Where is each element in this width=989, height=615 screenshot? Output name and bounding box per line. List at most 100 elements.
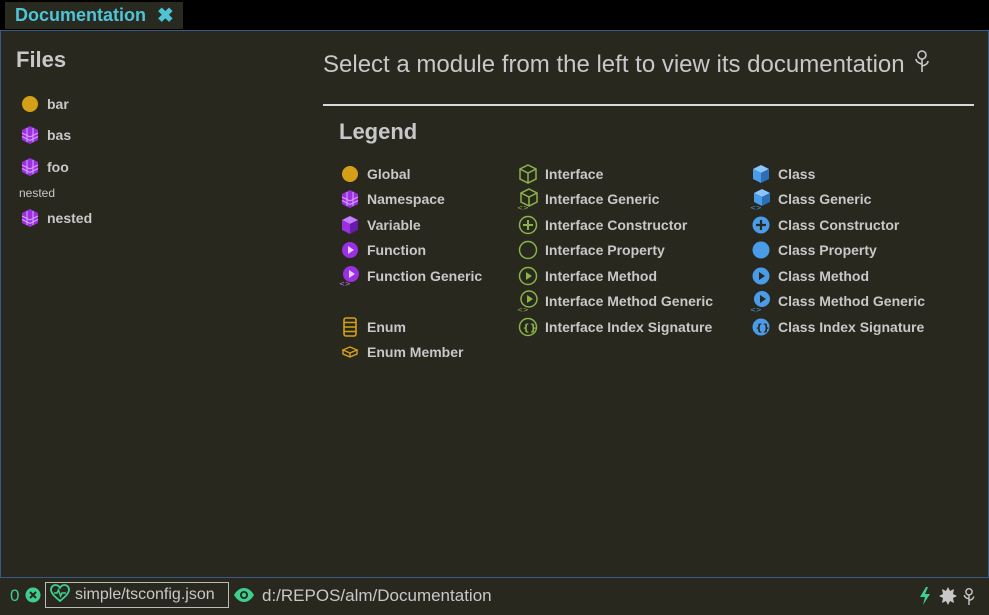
legend-label: Variable xyxy=(367,217,421,233)
file-item-foo[interactable]: foo xyxy=(19,156,69,178)
legend-label: Class Method Generic xyxy=(778,293,926,309)
legend-item-enum-member: Enum Member xyxy=(339,341,463,363)
legend-item-class-property: Class Property xyxy=(750,239,877,261)
svg-text:<>: <> xyxy=(517,306,529,312)
class-index-signature-icon: {} xyxy=(750,316,772,338)
legend-label: Interface Property xyxy=(545,242,665,258)
legend-item-global: Global xyxy=(339,163,411,185)
flower-icon[interactable] xyxy=(962,587,976,611)
svg-text:<>: <> xyxy=(750,204,762,210)
legend-title: Legend xyxy=(339,119,418,144)
legend-item-class-generic: <> Class Generic xyxy=(750,188,871,210)
file-item-bar[interactable]: bar xyxy=(19,93,69,115)
tab-documentation[interactable]: Documentation ✖ xyxy=(5,2,183,29)
legend-item-class: Class xyxy=(750,163,815,185)
legend-item-interface-generic: <> Interface Generic xyxy=(517,188,659,210)
interface-method-generic-icon: <> xyxy=(517,290,539,312)
file-item-label: bas xyxy=(47,127,72,143)
function-generic-icon: <> xyxy=(339,265,361,287)
heartbeat-icon xyxy=(50,583,70,607)
file-path: d:/REPOS/alm/Documentation xyxy=(262,586,492,605)
legend-item-function: Function xyxy=(339,239,426,261)
legend-label: Enum Member xyxy=(367,344,464,360)
class-icon xyxy=(750,163,772,185)
flower-icon xyxy=(913,49,931,80)
error-count[interactable]: 0 xyxy=(10,586,19,606)
legend-label: Interface Method xyxy=(545,268,658,284)
legend-item-class-index-signature: {} Class Index Signature xyxy=(750,316,924,338)
legend-label: Interface Generic xyxy=(545,191,660,207)
class-method-icon xyxy=(750,265,772,287)
gear-icon[interactable] xyxy=(939,587,957,610)
global-icon xyxy=(339,163,361,185)
file-item-label: nested xyxy=(47,210,93,226)
legend-label: Class Method xyxy=(778,268,870,284)
interface-constructor-icon xyxy=(517,214,539,236)
class-property-icon xyxy=(750,239,772,261)
enum-icon xyxy=(339,316,361,338)
legend-label: Function Generic xyxy=(367,268,483,284)
svg-text:{}: {} xyxy=(523,323,537,334)
class-generic-icon: <> xyxy=(750,188,772,210)
legend-label: Enum xyxy=(367,319,406,335)
file-item-label: foo xyxy=(47,159,69,175)
page-title-text: Select a module from the left to view it… xyxy=(323,50,905,78)
class-constructor-icon xyxy=(750,214,772,236)
legend-label: Interface Index Signature xyxy=(545,319,713,335)
legend-label: Interface Method Generic xyxy=(545,293,714,309)
legend-label: Class Generic xyxy=(778,191,872,207)
legend-item-interface-constructor: Interface Constructor xyxy=(517,214,687,236)
legend-label: Class Index Signature xyxy=(778,319,925,335)
svg-text:<>: <> xyxy=(339,280,351,287)
legend-item-enum: Enum xyxy=(339,316,406,338)
bolt-icon[interactable] xyxy=(919,587,931,610)
namespace-icon xyxy=(19,156,41,178)
legend-label: Namespace xyxy=(367,191,445,207)
legend-label: Function xyxy=(367,242,427,258)
eye-icon[interactable] xyxy=(233,587,255,608)
legend-label: Class Property xyxy=(778,242,877,258)
legend-label: Interface xyxy=(545,166,604,182)
global-icon xyxy=(19,93,41,115)
status-bar: 0 simple/tsconfig.json d:/REPOS/alm/Docu… xyxy=(0,577,989,615)
legend-item-interface-method: Interface Method xyxy=(517,265,657,287)
function-icon xyxy=(339,239,361,261)
divider xyxy=(323,104,974,106)
group-label-nested: nested xyxy=(19,186,56,200)
namespace-icon xyxy=(339,188,361,210)
files-title: Files xyxy=(16,47,67,72)
legend-item-class-constructor: Class Constructor xyxy=(750,214,899,236)
file-item-nested[interactable]: nested xyxy=(19,207,92,229)
legend-item-class-method: Class Method xyxy=(750,265,869,287)
class-method-generic-icon: <> xyxy=(750,290,772,312)
namespace-icon xyxy=(19,207,41,229)
legend-item-interface-method-generic: <> Interface Method Generic xyxy=(517,290,713,312)
tab-bar: Documentation ✖ xyxy=(0,0,989,30)
file-item-bas[interactable]: bas xyxy=(19,124,71,146)
legend-item-function-generic: <> Function Generic xyxy=(339,265,482,287)
interface-method-icon xyxy=(517,265,539,287)
svg-text:<>: <> xyxy=(517,204,529,210)
enum-member-icon xyxy=(339,341,361,363)
svg-text:<>: <> xyxy=(750,306,762,312)
error-icon[interactable] xyxy=(25,587,41,608)
svg-text:{}: {} xyxy=(756,323,770,334)
tab-title: Documentation xyxy=(15,5,147,25)
file-item-label: bar xyxy=(47,96,69,112)
legend-item-interface: Interface xyxy=(517,163,603,185)
legend-item-class-method-generic: <> Class Method Generic xyxy=(750,290,925,312)
interface-generic-icon: <> xyxy=(517,188,539,210)
legend-item-namespace: Namespace xyxy=(339,188,445,210)
legend-item-interface-index-signature: {} Interface Index Signature xyxy=(517,316,712,338)
interface-icon xyxy=(517,163,539,185)
namespace-icon xyxy=(19,124,41,146)
legend-label: Class Constructor xyxy=(778,217,900,233)
interface-index-signature-icon: {} xyxy=(517,316,539,338)
close-icon[interactable]: ✖ xyxy=(157,6,174,26)
documentation-panel: Files bar bas foo nested nested Select a… xyxy=(0,30,989,578)
interface-property-icon xyxy=(517,239,539,261)
project-name: simple/tsconfig.json xyxy=(75,586,215,603)
project-selector[interactable]: simple/tsconfig.json xyxy=(45,582,229,608)
legend-label: Class xyxy=(778,166,816,182)
variable-icon xyxy=(339,214,361,236)
